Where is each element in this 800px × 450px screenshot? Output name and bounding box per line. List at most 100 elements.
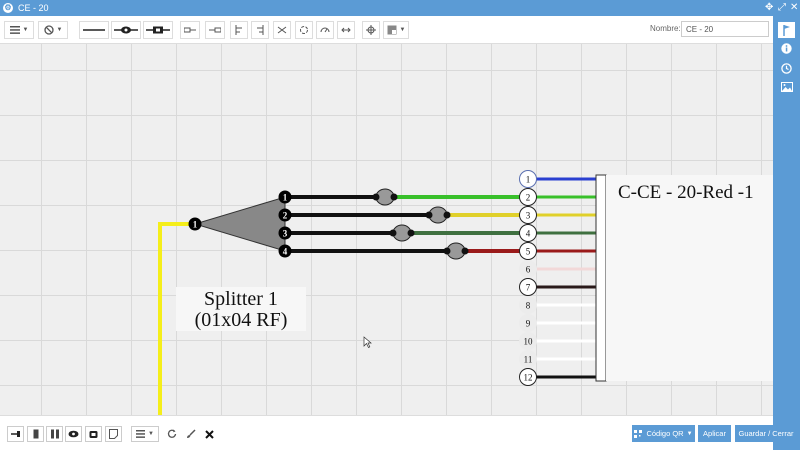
splitter-output-port-2[interactable]: 2	[278, 208, 292, 222]
info-button[interactable]	[778, 40, 795, 56]
center-button[interactable]	[362, 21, 380, 39]
list-dropdown-button[interactable]: ▼	[131, 426, 159, 442]
svg-text:1: 1	[283, 193, 288, 203]
move-icon[interactable]: ✥	[765, 1, 773, 15]
splitter-label-line2: (01x04 RF)	[195, 309, 288, 331]
image-icon	[780, 82, 793, 92]
bottom-toolbar: ▼ Código QR ▼ Aplicar Guardar / Cerrar	[0, 415, 797, 450]
list-icon	[9, 26, 20, 34]
cable-title: C-CE - 20-Red -1	[618, 182, 754, 203]
splice-icon	[114, 26, 138, 34]
cable-box[interactable]	[606, 175, 773, 381]
box-button[interactable]	[85, 426, 102, 442]
splice-3[interactable]	[389, 224, 415, 242]
rotate-button[interactable]	[295, 21, 313, 39]
resize-horizontal-icon	[341, 27, 351, 33]
expand-icon[interactable]: ⤢	[778, 1, 786, 15]
splice-1[interactable]	[372, 188, 398, 206]
align-right-icon	[209, 27, 221, 33]
connector-end-icon	[10, 431, 20, 437]
editor-window: ⚙ CE - 20 ✥ ⤢ ✕ ▼ ▼ ▼ Nombre: CE - 20 1 …	[0, 0, 800, 450]
splitter-output-port-3[interactable]: 3	[278, 226, 292, 240]
note-button[interactable]	[105, 426, 122, 442]
fiber-port-label-9: 9	[526, 319, 531, 329]
crosshair-icon	[366, 25, 376, 35]
qr-icon	[634, 429, 643, 438]
fiber-port-label-12: 12	[524, 373, 533, 383]
fiber-port-label-11: 11	[524, 355, 533, 365]
diagram-svg: 1 1 2 3 4 Splitter 1 (01x04 RF) 12345678…	[158, 170, 773, 415]
splitter-output-port-1[interactable]: 1	[278, 190, 292, 204]
fiber-port-label-5: 5	[526, 247, 531, 257]
line-tool-button[interactable]	[79, 21, 109, 39]
qr-code-dropdown[interactable]: Código QR ▼	[632, 425, 695, 442]
cable-fibers: 123456789101112	[519, 170, 596, 386]
panel-single-button[interactable]	[27, 426, 44, 442]
delete-button[interactable]	[201, 426, 218, 442]
distribute-left-button[interactable]	[230, 21, 248, 39]
flag-tool-button[interactable]	[778, 22, 795, 38]
splice-4[interactable]	[443, 242, 469, 260]
align-right-button[interactable]	[205, 21, 225, 39]
align-left-icon	[184, 27, 196, 33]
eye-icon	[68, 430, 79, 438]
list-icon	[136, 430, 146, 438]
splitter-input-port[interactable]: 1	[188, 217, 202, 231]
chevron-down-icon: ▼	[686, 430, 693, 437]
image-button[interactable]	[778, 79, 795, 95]
save-close-button[interactable]: Guardar / Cerrar	[735, 425, 797, 442]
layout-icon	[387, 25, 397, 35]
fiber-port-label-8: 8	[526, 301, 531, 311]
refresh-icon	[167, 429, 176, 438]
close-icon	[205, 429, 214, 439]
splitter-body[interactable]	[193, 196, 286, 252]
nombre-label: Nombre:	[650, 24, 681, 33]
svg-text:2: 2	[283, 211, 288, 221]
clock-icon	[781, 62, 792, 74]
nombre-field[interactable]	[681, 21, 769, 37]
apply-button[interactable]: Aplicar	[698, 425, 731, 442]
gauge-button[interactable]	[316, 21, 334, 39]
ban-icon	[43, 25, 54, 35]
panel-single-icon	[33, 429, 38, 439]
window-title: CE - 20	[18, 3, 49, 13]
brush-icon	[186, 429, 196, 438]
splitter-output-port-4[interactable]: 4	[278, 244, 292, 258]
brush-button[interactable]	[182, 426, 199, 442]
fiber-port-label-6: 6	[526, 265, 531, 275]
layout-menu-button[interactable]: ▼	[383, 21, 409, 39]
note-icon	[109, 429, 118, 439]
connector-tool-button[interactable]	[143, 21, 173, 39]
distribute-right-icon	[257, 25, 264, 35]
align-left-button[interactable]	[180, 21, 200, 39]
eye-button[interactable]	[65, 426, 82, 442]
fiber-port-label-4: 4	[526, 229, 531, 239]
fiber-port-label-7: 7	[526, 283, 531, 293]
fiber-port-label-1: 1	[526, 175, 531, 185]
splice-2[interactable]	[425, 206, 451, 224]
list-menu-button[interactable]: ▼	[4, 21, 34, 39]
diagram-canvas[interactable]: 1 1 2 3 4 Splitter 1 (01x04 RF) 1 2 3 4 …	[0, 44, 773, 415]
right-sidebar	[773, 16, 800, 450]
flag-icon	[782, 25, 790, 36]
connector-end-button[interactable]	[7, 426, 24, 442]
fiber-port-label-2: 2	[526, 193, 531, 203]
toolbar: ▼ ▼ ▼ Nombre: CE - 20	[0, 16, 773, 44]
block-menu-button[interactable]: ▼	[38, 21, 68, 39]
refresh-button[interactable]	[163, 426, 180, 442]
distribute-right-button[interactable]	[251, 21, 269, 39]
fiber-port-label-3: 3	[526, 211, 531, 221]
history-button[interactable]	[778, 60, 795, 76]
distribute-left-icon	[235, 25, 242, 35]
splice-tool-button[interactable]	[111, 21, 141, 39]
qr-code-label: Código QR	[646, 429, 684, 438]
close-icon[interactable]: ✕	[790, 1, 798, 15]
svg-text:1: 1	[193, 220, 198, 230]
resize-horizontal-button[interactable]	[337, 21, 355, 39]
rotate-icon	[300, 26, 308, 34]
cable-connector-bar[interactable]	[595, 174, 607, 382]
gauge-icon	[320, 27, 330, 33]
panel-double-button[interactable]	[46, 426, 63, 442]
splitter-label-line1: Splitter 1	[204, 288, 278, 310]
shuffle-button[interactable]	[273, 21, 291, 39]
